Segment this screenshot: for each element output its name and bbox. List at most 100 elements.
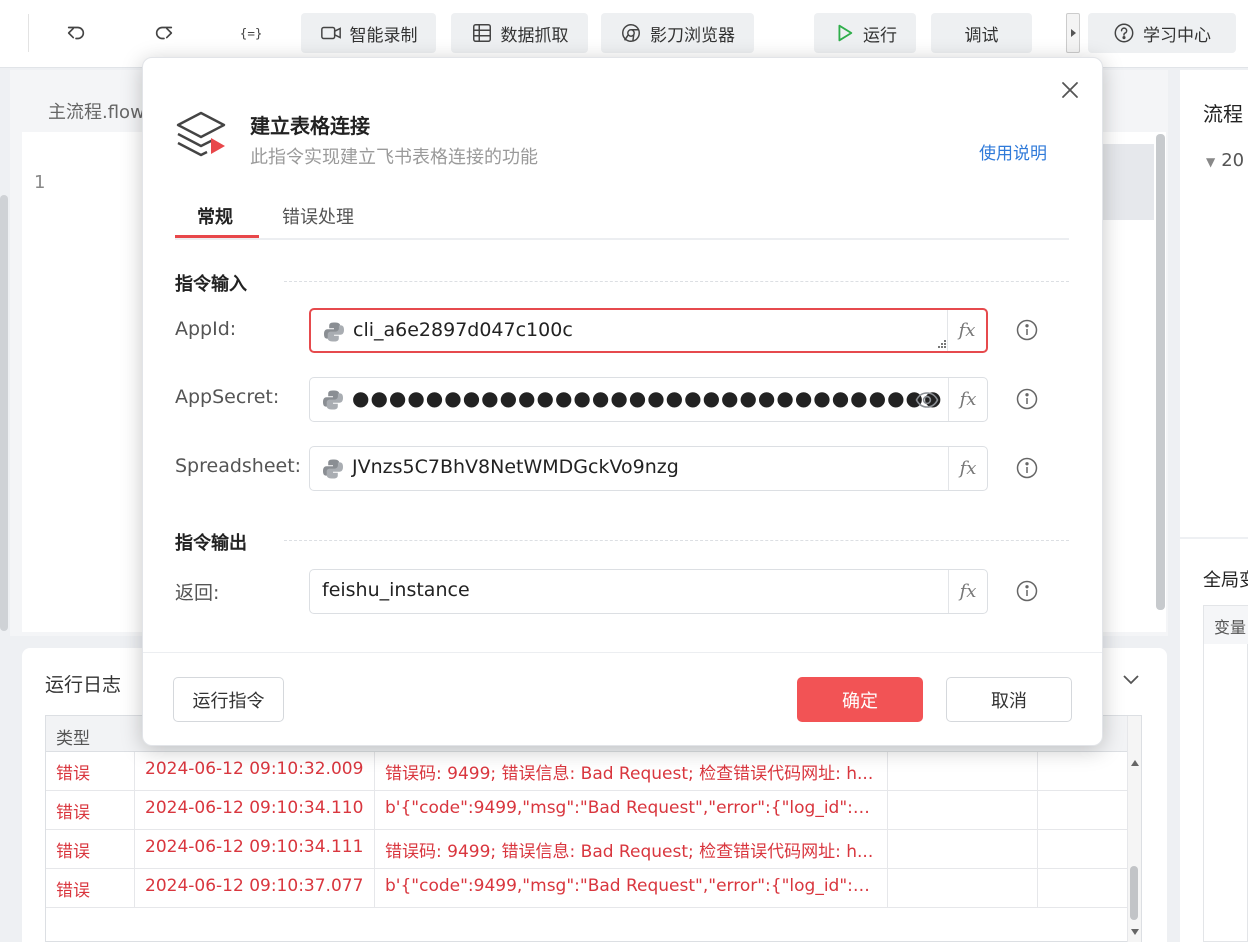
layers-icon	[176, 111, 226, 157]
fx-icon[interactable]: fx	[948, 570, 987, 613]
python-icon	[323, 459, 343, 479]
section-divider	[284, 540, 1069, 541]
question-circle-icon	[1114, 23, 1134, 43]
video-record-icon	[320, 26, 341, 40]
yingdao-browser-label: 影刀浏览器	[650, 25, 735, 46]
editor-line-highlight	[1098, 144, 1154, 220]
flow-tree-label: 20	[1221, 150, 1245, 171]
browser-icon	[622, 24, 640, 42]
log-scrollbar-thumb[interactable]	[1130, 866, 1138, 920]
debug-label: 调试	[964, 25, 999, 46]
flow-tab[interactable]: 主流程.flow	[48, 98, 145, 124]
log-row[interactable]: 错误 2024-06-12 09:10:34.110 b'{"code":949…	[46, 791, 1127, 830]
right-panel-divider	[1180, 537, 1248, 539]
scroll-down-icon[interactable]	[1131, 929, 1139, 935]
section-divider	[284, 281, 1069, 282]
return-variable-field[interactable]: feishu_instance fx	[309, 569, 988, 614]
editor-scrollbar[interactable]	[1156, 134, 1165, 610]
variable-column-header: 变量	[1204, 606, 1248, 644]
tab-error-handling[interactable]: 错误处理	[282, 203, 354, 229]
appid-value: cli_a6e2897d047c100c	[353, 319, 573, 341]
appsecret-label: AppSecret:	[175, 386, 280, 408]
fx-icon[interactable]: fx	[947, 310, 986, 351]
flow-tree-item[interactable]: ▼ 20	[1206, 150, 1244, 171]
info-icon[interactable]	[1016, 580, 1038, 602]
info-icon[interactable]	[1016, 319, 1038, 341]
log-row[interactable]: 错误 2024-06-12 09:10:32.009 错误码: 9499; 错误…	[46, 752, 1127, 791]
log-type: 错误	[46, 791, 135, 829]
confirm-button[interactable]: 确定	[797, 677, 923, 722]
global-variables-title: 全局变	[1203, 570, 1248, 591]
log-type: 错误	[46, 752, 135, 790]
dialog-title: 建立表格连接	[250, 114, 370, 138]
toolbar-expand-arrow[interactable]	[1066, 13, 1080, 53]
play-icon	[838, 24, 853, 42]
close-icon[interactable]	[1060, 80, 1080, 100]
tab-general[interactable]: 常规	[197, 203, 233, 229]
input-section-title: 指令输入	[175, 274, 247, 295]
log-extra-cell	[888, 869, 1038, 907]
footer-divider	[143, 652, 1102, 653]
python-icon	[323, 390, 343, 410]
return-value: feishu_instance	[322, 579, 470, 601]
redo-icon[interactable]	[146, 16, 182, 50]
debug-button[interactable]: 调试	[931, 13, 1032, 53]
fx-icon[interactable]: fx	[948, 447, 987, 490]
left-scrollbar[interactable]	[0, 195, 8, 631]
learning-center-label: 学习中心	[1143, 25, 1211, 46]
learning-center-button[interactable]: 学习中心	[1088, 13, 1236, 53]
appsecret-field[interactable]: ●●●●●●●●●●●●●●●●●●●●●●●●●●●●●●●● fx	[309, 377, 988, 422]
log-extra-cell	[888, 830, 1038, 868]
smart-record-button[interactable]: 智能录制	[301, 13, 436, 53]
active-tab-indicator	[175, 235, 259, 238]
data-scrape-button[interactable]: 数据抓取	[451, 13, 588, 53]
info-icon[interactable]	[1016, 457, 1038, 479]
svg-text:{=}: {=}	[240, 26, 261, 41]
log-message: 错误码: 9499; 错误信息: Bad Request; 检查错误代码网址: …	[375, 752, 888, 790]
log-time: 2024-06-12 09:10:34.111	[135, 830, 375, 868]
log-extra-cell	[888, 791, 1038, 829]
spreadsheet-value: JVnzs5C7BhV8NetWMDGckVo9nzg	[352, 456, 679, 478]
spreadsheet-label: Spreadsheet:	[175, 455, 302, 477]
type-column-header: 类型	[56, 729, 90, 749]
flow-panel-title: 流程	[1203, 102, 1243, 126]
appsecret-value: ●●●●●●●●●●●●●●●●●●●●●●●●●●●●●●●●	[352, 386, 943, 410]
info-icon[interactable]	[1016, 388, 1038, 410]
log-message: b'{"code":9499,"msg":"Bad Request","erro…	[375, 869, 888, 907]
eye-icon[interactable]	[915, 390, 939, 410]
log-title: 运行日志	[45, 674, 122, 696]
log-message: b'{"code":9499,"msg":"Bad Request","erro…	[375, 791, 888, 829]
tabs-underline	[175, 238, 1069, 240]
python-icon	[324, 322, 344, 342]
variables-icon[interactable]: {=}	[232, 16, 268, 50]
help-link[interactable]: 使用说明	[979, 139, 1047, 164]
return-label: 返回:	[175, 582, 220, 604]
global-variables-table	[1203, 605, 1248, 942]
chevron-down-icon[interactable]	[1121, 672, 1141, 688]
log-time: 2024-06-12 09:10:37.077	[135, 869, 375, 907]
fx-icon[interactable]: fx	[948, 378, 987, 421]
log-message: 错误码: 9499; 错误信息: Bad Request; 检查错误代码网址: …	[375, 830, 888, 868]
log-type: 错误	[46, 869, 135, 907]
yingdao-browser-button[interactable]: 影刀浏览器	[601, 13, 754, 53]
scroll-up-icon[interactable]	[1131, 760, 1139, 766]
appid-field[interactable]: cli_a6e2897d047c100c fx	[309, 308, 988, 353]
run-button[interactable]: 运行	[814, 13, 916, 53]
log-extra-cell	[888, 752, 1038, 790]
log-time: 2024-06-12 09:10:34.110	[135, 791, 375, 829]
log-row[interactable]: 错误 2024-06-12 09:10:37.077 b'{"code":949…	[46, 869, 1127, 908]
toolbar-separator	[28, 14, 29, 52]
cancel-button[interactable]: 取消	[946, 677, 1072, 722]
run-label: 运行	[863, 25, 897, 46]
run-command-button[interactable]: 运行指令	[173, 677, 284, 722]
tree-expand-icon[interactable]: ▼	[1206, 155, 1215, 169]
line-number: 1	[34, 172, 46, 193]
smart-record-label: 智能录制	[349, 25, 418, 46]
undo-icon[interactable]	[58, 16, 94, 50]
spreadsheet-field[interactable]: JVnzs5C7BhV8NetWMDGckVo9nzg fx	[309, 446, 988, 491]
dialog-subtitle: 此指令实现建立飞书表格连接的功能	[250, 147, 538, 168]
log-row[interactable]: 错误 2024-06-12 09:10:34.111 错误码: 9499; 错误…	[46, 830, 1127, 869]
data-scrape-label: 数据抓取	[500, 25, 569, 46]
resize-grip-icon[interactable]	[938, 340, 946, 348]
log-type: 错误	[46, 830, 135, 868]
